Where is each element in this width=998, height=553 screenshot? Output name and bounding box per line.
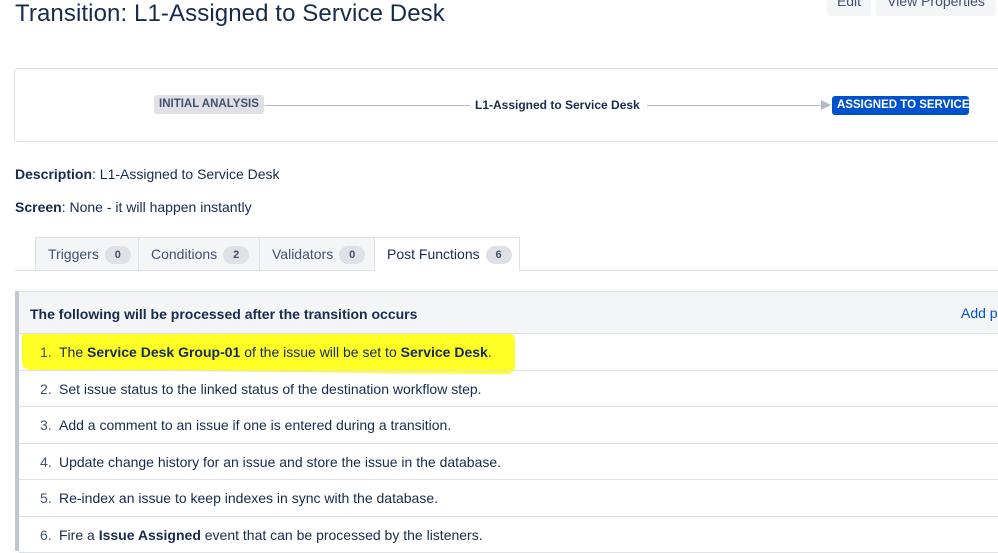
list-item: 6.Fire a Issue Assigned event that can b… [19, 517, 998, 553]
item-text: . [488, 344, 492, 360]
item-text: Fire a [59, 527, 99, 543]
screen-label: Screen [15, 199, 62, 215]
post-functions-panel: The following will be processed after th… [15, 291, 998, 551]
item-value: Service Desk [401, 344, 488, 360]
page-title: Transition: L1-Assigned to Service Desk [15, 0, 445, 28]
item-field-name: Service Desk Group-01 [87, 344, 240, 360]
description-label: Description [15, 166, 92, 182]
tab-validators[interactable]: Validators 0 [259, 237, 375, 270]
edit-button[interactable]: Edit [827, 0, 871, 16]
item-text: Add a comment to an issue if one is ente… [59, 417, 451, 433]
list-item: 4.Update change history for an issue and… [19, 444, 998, 481]
description-value: : L1-Assigned to Service Desk [92, 166, 280, 182]
tab-post-functions[interactable]: Post Functions 6 [374, 237, 520, 271]
view-properties-button[interactable]: View Properties [876, 0, 996, 16]
transition-diagram: INITIAL ANALYSIS L1-Assigned to Service … [14, 68, 998, 142]
screen-row: Screen: None - it will happen instantly [15, 199, 252, 215]
list-item: 2.Set issue status to the linked status … [19, 371, 998, 408]
count-badge: 0 [339, 246, 365, 264]
item-number: 2. [40, 371, 59, 407]
tab-triggers[interactable]: Triggers 0 [35, 237, 139, 270]
tab-label: Post Functions [387, 246, 480, 262]
add-post-function-link[interactable]: Add p [961, 305, 998, 321]
count-badge: 6 [486, 246, 512, 264]
arrow-right-icon [821, 100, 831, 110]
count-badge: 0 [105, 246, 131, 264]
item-number: 4. [40, 444, 59, 480]
item-text: of the issue will be set to [240, 344, 400, 360]
tab-conditions[interactable]: Conditions 2 [138, 237, 260, 270]
tab-label: Validators [272, 246, 333, 262]
transition-name: L1-Assigned to Service Desk [475, 98, 640, 112]
panel-title: The following will be processed after th… [30, 306, 417, 322]
transition-line [647, 105, 827, 106]
transition-line [265, 105, 470, 106]
source-status-lozenge: INITIAL ANALYSIS [154, 95, 264, 114]
screen-value: : None - it will happen instantly [62, 199, 252, 215]
item-number: 5. [40, 480, 59, 516]
item-number: 6. [40, 517, 59, 553]
tab-label: Conditions [151, 246, 217, 262]
item-text: The [59, 344, 87, 360]
description-row: Description: L1-Assigned to Service Desk [15, 166, 280, 182]
item-text: Re-index an issue to keep indexes in syn… [59, 490, 438, 506]
list-item: 1.The Service Desk Group-01 of the issue… [19, 334, 998, 371]
count-badge: 2 [223, 246, 249, 264]
post-functions-list: 1.The Service Desk Group-01 of the issue… [19, 334, 998, 553]
list-item: 5.Re-index an issue to keep indexes in s… [19, 480, 998, 517]
item-number: 3. [40, 407, 59, 443]
item-text: event that can be processed by the liste… [201, 527, 483, 543]
target-status-lozenge[interactable]: ASSIGNED TO SERVICE... [832, 96, 969, 115]
item-number: 1. [40, 334, 59, 370]
list-item: 3.Add a comment to an issue if one is en… [19, 407, 998, 444]
item-event-name: Issue Assigned [99, 527, 201, 543]
tab-label: Triggers [48, 246, 99, 262]
panel-header: The following will be processed after th… [19, 291, 998, 334]
item-text: Set issue status to the linked status of… [59, 381, 482, 397]
tab-bar: Triggers 0 Conditions 2 Validators 0 Post F… [15, 237, 998, 271]
item-text: Update change history for an issue and s… [59, 454, 501, 470]
